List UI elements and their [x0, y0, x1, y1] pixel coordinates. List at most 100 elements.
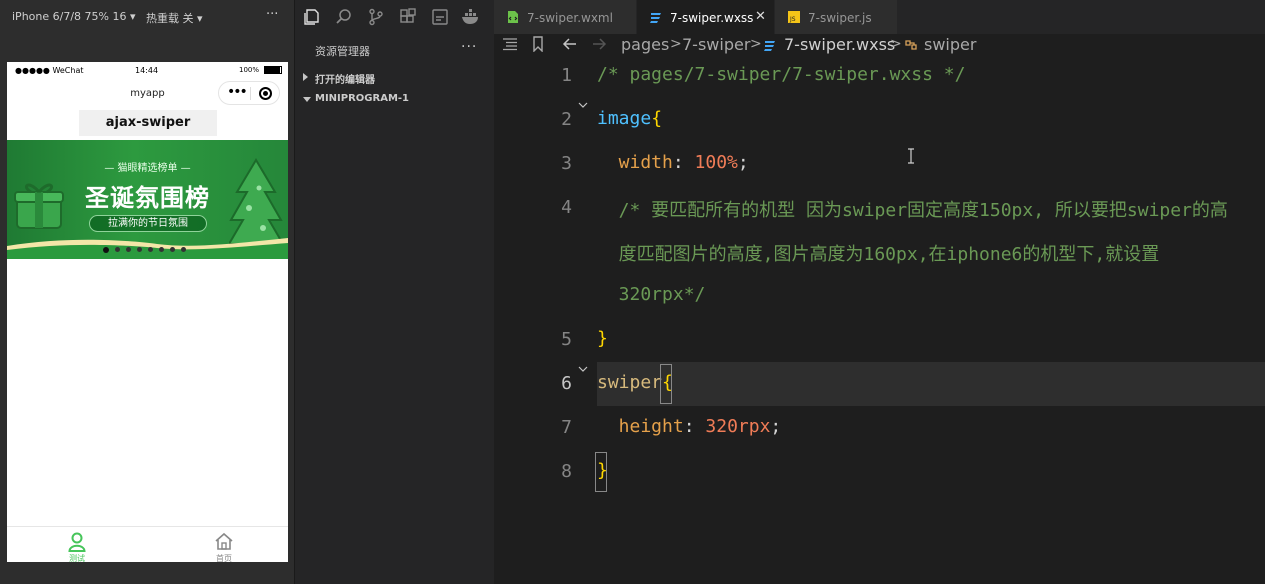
swiper-dot[interactable] — [103, 247, 109, 253]
code-token: swiper — [597, 372, 663, 393]
clock-label: 14:44 — [135, 66, 159, 75]
code-token: 320rpx*/ — [597, 284, 706, 305]
line-number: 1 — [561, 65, 572, 86]
code-token: rpx — [737, 416, 771, 437]
swiper-dot[interactable] — [137, 247, 142, 252]
tab-home[interactable]: 首页 — [147, 527, 287, 562]
tab-7-swiper-wxml[interactable]: 7-swiper.wxml — [494, 0, 636, 34]
code-token: /* pages/7-swiper/7-swiper.wxss */ — [597, 64, 966, 85]
carrier-label: ●●●●● WeChat — [15, 66, 84, 75]
devtools-window: iPhone 6/7/8 75% 16 ▾ 热重载 关 ▾ ··· ●●●●● … — [0, 0, 1265, 584]
code-token: /* 要匹配所有的机型 因为swiper固定高度150px, 所以要把swipe… — [597, 200, 1228, 221]
chevron-down-icon — [303, 97, 311, 102]
swiper-indicator — [103, 247, 193, 253]
breadcrumb-folder[interactable]: 7-swiper — [682, 35, 750, 54]
line-number: 8 — [561, 461, 572, 482]
breadcrumb-symbol[interactable]: swiper — [924, 35, 976, 54]
tab-title: 7-swiper.wxss — [670, 11, 754, 25]
navigation-bar: myapp ••• — [7, 79, 288, 107]
svg-text:JS: JS — [789, 16, 796, 23]
tab-7-swiper-js[interactable]: JS 7-swiper.js — [775, 0, 897, 34]
code-line: 度匹配图片的高度,图片高度为160px,在iphone6的机型下,就设置 — [597, 240, 1160, 266]
breadcrumb-separator: > — [750, 36, 762, 52]
explorer-title: 资源管理器 — [315, 45, 370, 58]
symbol-class-icon — [905, 40, 917, 50]
tab-bar: 测试 首页 — [7, 526, 288, 562]
storage-icon[interactable] — [431, 8, 449, 26]
fold-chevron-icon[interactable] — [578, 94, 588, 108]
code-token: 320 — [705, 416, 738, 437]
forward-arrow-icon[interactable] — [591, 37, 607, 51]
bracket-match-highlight — [595, 452, 607, 492]
page-heading: ajax-swiper — [79, 110, 217, 136]
open-editors-section[interactable]: 打开的编辑器 — [295, 66, 495, 88]
line-number: 3 — [561, 153, 572, 174]
capsule-close-button[interactable] — [259, 87, 272, 100]
swiper-dot[interactable] — [159, 247, 164, 252]
hot-reload-label: 热重载 关 — [146, 12, 194, 25]
list-icon[interactable] — [502, 37, 518, 51]
explorer-header: 资源管理器 ··· — [295, 38, 495, 62]
text-cursor-icon — [908, 148, 914, 164]
code-token: : — [683, 416, 706, 437]
capsule-menu-button[interactable]: ••• — [227, 85, 248, 99]
search-icon[interactable] — [335, 8, 353, 26]
editor-tabs: 7-swiper.wxml 7-swiper.wxss ✕ JS 7-swipe… — [494, 0, 1265, 34]
open-editors-label: 打开的编辑器 — [315, 75, 375, 86]
fold-chevron-icon[interactable] — [578, 358, 588, 372]
files-icon[interactable] — [303, 8, 321, 26]
wxss-file-icon — [764, 41, 775, 51]
battery-icon — [264, 66, 282, 74]
line-number: 6 — [561, 373, 572, 394]
extensions-icon[interactable] — [399, 8, 417, 26]
more-menu-button[interactable]: ··· — [266, 7, 278, 22]
swiper-dot[interactable] — [148, 247, 153, 252]
swiper-banner[interactable]: imagespages0-demo1-todilist2-highlight4-… — [7, 140, 288, 259]
code-token: ; — [770, 416, 782, 437]
breadcrumb-separator: > — [670, 36, 682, 52]
code-token: } — [597, 328, 608, 349]
breadcrumb-separator: > — [890, 36, 902, 52]
code-line: /* 要匹配所有的机型 因为swiper固定高度150px, 所以要把swipe… — [597, 196, 1228, 222]
tab-7-swiper-wxss[interactable]: 7-swiper.wxss ✕ — [637, 0, 774, 34]
bookmark-icon[interactable] — [532, 36, 544, 52]
code-token: image — [597, 108, 652, 129]
code-line: width: 100%; — [597, 152, 749, 173]
js-file-icon: JS — [788, 11, 800, 23]
swiper-dot[interactable] — [126, 247, 131, 252]
breadcrumb-file[interactable]: 7-swiper.wxss — [784, 35, 895, 54]
code-line: height: 320rpx; — [597, 416, 782, 437]
chevron-right-icon — [303, 73, 308, 81]
breadcrumb-pages[interactable]: pages — [621, 35, 669, 54]
code-line: 320rpx*/ — [597, 284, 706, 305]
status-bar: ●●●●● WeChat 14:44 100% — [7, 62, 288, 79]
project-section[interactable]: MINIPROGRAM-1 — [295, 88, 495, 110]
back-arrow-icon[interactable] — [562, 37, 578, 51]
swiper-dot[interactable] — [181, 247, 186, 252]
line-number: 5 — [561, 329, 572, 350]
tab-test-label: 测试 — [69, 554, 85, 562]
bracket-match-highlight — [660, 364, 672, 404]
project-label: MINIPROGRAM-1 — [315, 93, 409, 104]
code-token: : — [672, 152, 695, 173]
banner-title: 圣诞氛围榜 — [85, 184, 210, 212]
line-number: 7 — [561, 417, 572, 438]
phone-screen: ●●●●● WeChat 14:44 100% myapp ••• ajax-s… — [7, 62, 288, 562]
tab-test[interactable]: 测试 — [7, 527, 147, 562]
code-area[interactable]: 1 /* pages/7-swiper/7-swiper.wxss */ 2 imag… — [494, 56, 1265, 584]
mini-program-capsule: ••• — [218, 81, 280, 105]
breadcrumb: pages > 7-swiper > 7-swiper.wxss > swipe… — [494, 34, 1265, 56]
swiper-dot[interactable] — [115, 247, 120, 252]
docker-icon[interactable] — [461, 8, 481, 26]
code-token: { — [651, 108, 663, 129]
source-control-icon[interactable] — [367, 8, 385, 26]
line-number: 4 — [561, 197, 572, 218]
chevron-down-icon: ▾ — [129, 10, 136, 23]
swiper-dot[interactable] — [170, 247, 175, 252]
close-icon[interactable]: ✕ — [755, 9, 766, 24]
device-select[interactable]: iPhone 6/7/8 75% 16 ▾ — [12, 10, 136, 23]
battery-label: 100% — [239, 66, 260, 74]
hot-reload-toggle[interactable]: 热重载 关 ▾ — [146, 10, 203, 26]
explorer-more-button[interactable]: ··· — [461, 39, 477, 55]
code-token: ; — [737, 152, 749, 173]
